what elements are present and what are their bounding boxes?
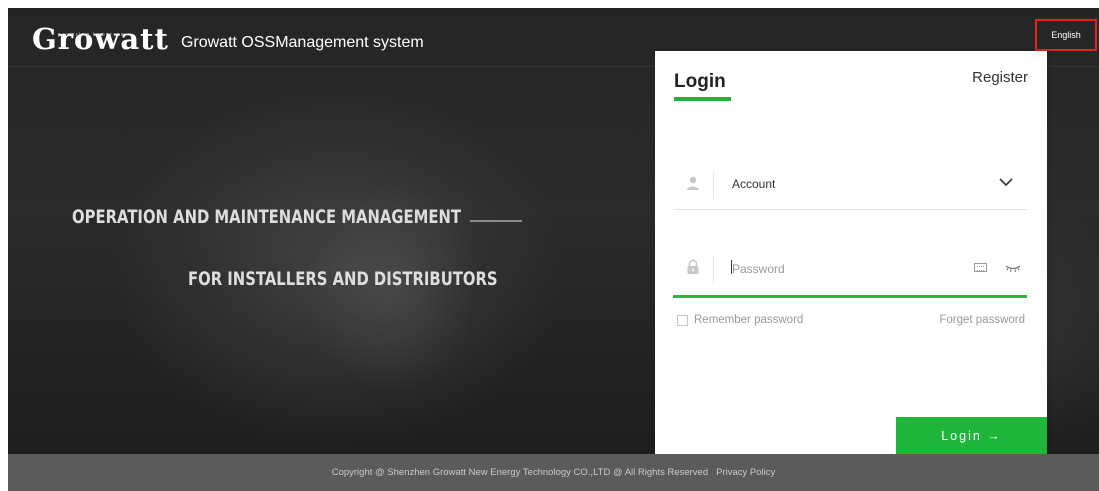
login-card: Login Register Account Password Remember… [655, 51, 1047, 454]
tab-login-indicator [674, 97, 731, 101]
lock-icon [687, 259, 699, 274]
account-select-value[interactable]: Account [732, 177, 775, 191]
brand: Growatt powering tomorrow Growatt OSSMan… [32, 25, 424, 54]
page: Growatt powering tomorrow Growatt OSSMan… [0, 0, 1099, 491]
remember-checkbox[interactable] [677, 314, 688, 326]
hero-photo [263, 128, 523, 454]
eye-closed-icon[interactable] [1005, 263, 1021, 273]
forget-password-link[interactable]: Forget password [939, 314, 1025, 326]
remember-password-toggle[interactable]: Remember password [677, 314, 803, 326]
logo-tagline: powering tomorrow [58, 32, 127, 38]
growatt-logo: Growatt powering tomorrow [32, 25, 169, 54]
system-title: Growatt OSSManagement system [180, 34, 424, 51]
language-selector[interactable]: English [1035, 19, 1097, 51]
privacy-policy-link[interactable]: Privacy Policy [716, 467, 775, 478]
field-separator [713, 255, 714, 283]
remember-label: Remember password [694, 314, 804, 326]
hero-dash-divider [470, 220, 522, 222]
login-button[interactable]: Login → [896, 417, 1047, 454]
user-icon [687, 176, 699, 190]
account-field[interactable]: Account [673, 161, 1027, 210]
field-separator [713, 171, 714, 199]
hero-headline: OPERATION AND MAINTENANCE MANAGEMENT [72, 206, 462, 228]
tab-login[interactable]: Login [674, 71, 726, 97]
copyright-text: Copyright @ Shenzhen Growatt New Energy … [331, 467, 709, 478]
footer: Copyright @ Shenzhen Growatt New Energy … [8, 454, 1099, 491]
password-field[interactable]: Password [673, 245, 1027, 298]
tab-register[interactable]: Register [972, 69, 1028, 86]
keyboard-icon[interactable] [974, 263, 987, 272]
chevron-down-icon[interactable] [999, 177, 1013, 187]
password-input[interactable]: Password [732, 262, 785, 276]
hero-subheadline: FOR INSTALLERS AND DISTRIBUTORS [188, 268, 498, 290]
